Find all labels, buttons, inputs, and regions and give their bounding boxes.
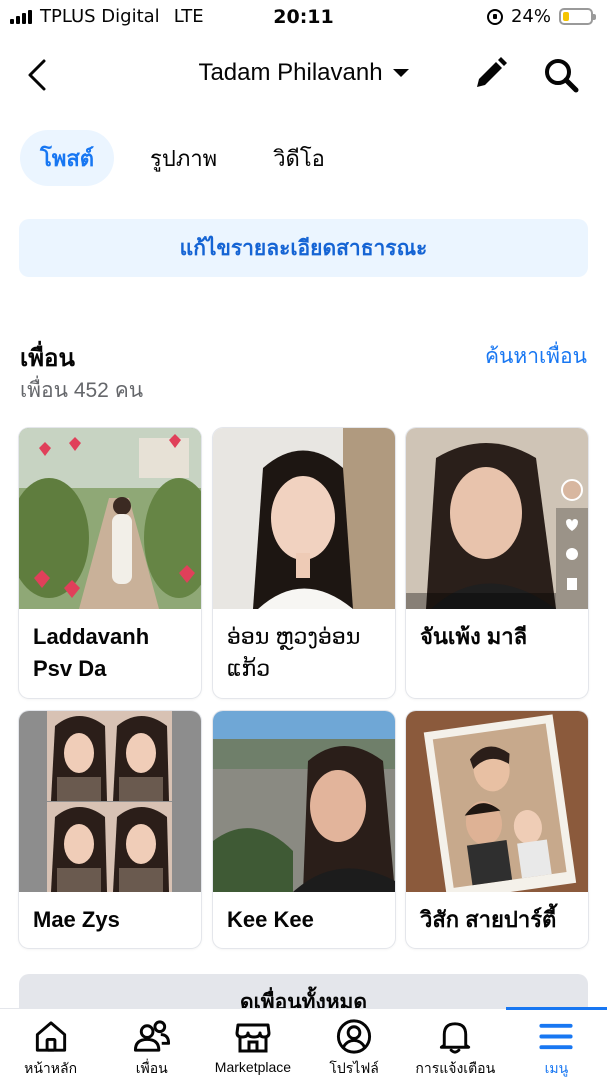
battery-fill bbox=[563, 12, 570, 21]
nav-notifications[interactable]: การแจ้งเตือน bbox=[405, 1009, 506, 1080]
signal-icon bbox=[10, 9, 32, 24]
profile-name-row: Tadam Philavanh bbox=[0, 59, 607, 87]
friend-count: เพื่อน 452 คน bbox=[20, 379, 144, 402]
bottom-nav: หน้าหลัก เพื่อน Marketplace โปรไฟล์ การแ… bbox=[0, 1007, 607, 1080]
friend-photo bbox=[406, 711, 588, 892]
nav-home-label: หน้าหลัก bbox=[24, 1060, 78, 1076]
caret-down-icon bbox=[392, 69, 409, 77]
pencil-icon bbox=[477, 57, 507, 87]
nav-marketplace-label: Marketplace bbox=[214, 1059, 292, 1075]
tab-photos[interactable]: รูปภาพ bbox=[130, 130, 237, 186]
edit-public-details-button[interactable]: แก้ไขรายละเอียดสาธารณะ bbox=[19, 219, 588, 277]
friend-name: ອ່ອນ ຫຼວງອ່ອນ ແກ້ວ bbox=[227, 624, 361, 681]
tab-posts[interactable]: โพสต์ bbox=[20, 130, 115, 186]
orientation-lock-icon bbox=[486, 8, 503, 25]
marketplace-icon bbox=[235, 1023, 271, 1053]
bell-icon bbox=[440, 1022, 471, 1054]
active-tab-indicator bbox=[505, 1007, 607, 1010]
friend-name: จันเพ้ง มาลี bbox=[420, 624, 528, 649]
menu-icon bbox=[539, 1023, 574, 1050]
friend-card[interactable]: Mae Zys bbox=[19, 711, 201, 948]
profile-name: Tadam Philavanh bbox=[198, 59, 383, 86]
nav-menu-label: เมนู bbox=[544, 1060, 569, 1076]
friend-photo bbox=[213, 711, 395, 892]
network-type: LTE bbox=[173, 6, 204, 27]
nav-notifications-label: การแจ้งเตือน bbox=[415, 1060, 496, 1076]
friend-name: วิสัก สายปาร์ตี้ bbox=[420, 907, 557, 932]
friend-card[interactable]: จันเพ้ง มาลี bbox=[406, 428, 588, 698]
friend-name: Kee Kee bbox=[227, 907, 314, 932]
friend-card[interactable]: ອ່ອນ ຫຼວງອ່ອນ ແກ້ວ bbox=[213, 428, 395, 698]
friend-photo bbox=[406, 428, 588, 609]
header: Tadam Philavanh bbox=[0, 44, 607, 106]
edit-button[interactable] bbox=[472, 56, 508, 92]
friend-card[interactable]: Laddavanh Psv Da bbox=[19, 428, 201, 698]
friends-icon bbox=[133, 1020, 170, 1052]
status-bar-left: TPLUS Digital LTE bbox=[10, 6, 204, 27]
search-button[interactable] bbox=[542, 56, 582, 96]
battery-percent: 24% bbox=[510, 6, 551, 27]
home-icon bbox=[35, 1021, 66, 1052]
friend-photo bbox=[19, 711, 201, 892]
nav-friends-label: เพื่อน bbox=[135, 1060, 168, 1076]
friend-name: Mae Zys bbox=[33, 907, 120, 932]
nav-profile[interactable]: โปรไฟล์ bbox=[304, 1009, 405, 1080]
friend-card[interactable]: วิสัก สายปาร์ตี้ bbox=[406, 711, 588, 948]
nav-home[interactable]: หน้าหลัก bbox=[0, 1009, 101, 1080]
friends-section-title: เพื่อน bbox=[20, 345, 75, 372]
friend-photo bbox=[213, 428, 395, 609]
profile-tabs: โพสต์ รูปภาพ วิดีโอ bbox=[20, 130, 345, 186]
profile-switcher[interactable]: Tadam Philavanh bbox=[198, 59, 409, 87]
status-bar: TPLUS Digital LTE 20:11 24% bbox=[0, 0, 607, 34]
profile-icon bbox=[337, 1019, 372, 1054]
search-icon bbox=[545, 59, 579, 93]
nav-friends[interactable]: เพื่อน bbox=[101, 1009, 202, 1080]
nav-marketplace[interactable]: Marketplace bbox=[202, 1009, 303, 1080]
tab-videos[interactable]: วิดีโอ bbox=[253, 130, 345, 186]
friend-name: Laddavanh Psv Da bbox=[33, 624, 150, 681]
nav-menu[interactable]: เมนู bbox=[505, 1007, 607, 1080]
status-bar-right: 24% bbox=[486, 6, 596, 27]
nav-profile-label: โปรไฟล์ bbox=[329, 1060, 379, 1076]
carrier-name: TPLUS Digital bbox=[40, 6, 160, 27]
find-friends-link[interactable]: ค้นหาเพื่อน bbox=[485, 340, 587, 373]
battery-icon bbox=[559, 8, 596, 25]
friend-card[interactable]: Kee Kee bbox=[213, 711, 395, 948]
friend-photo bbox=[19, 428, 201, 609]
